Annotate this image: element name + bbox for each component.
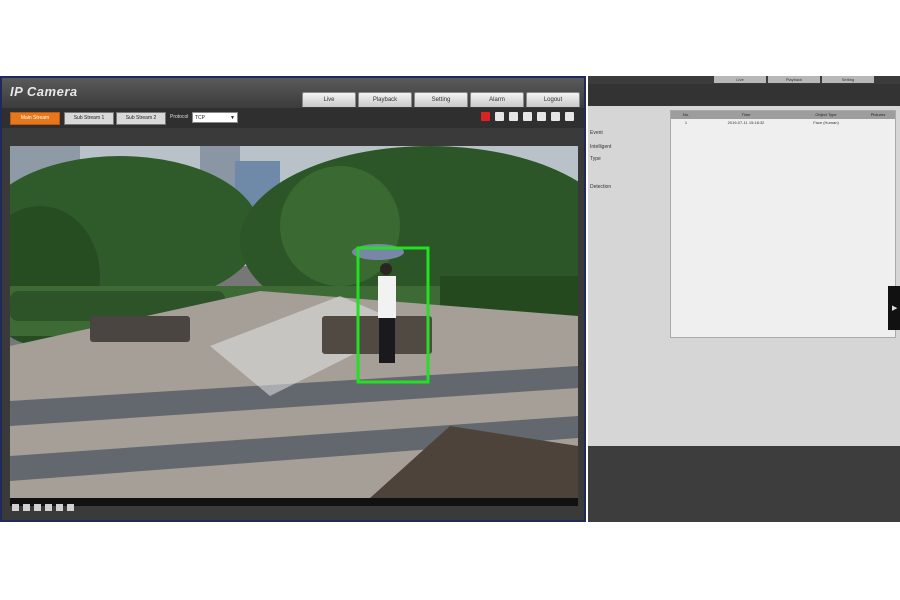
tab-live[interactable]: Live <box>302 92 356 107</box>
video-scene <box>10 146 578 498</box>
protocol-select[interactable]: TCP ▼ <box>192 112 238 123</box>
camera-window: IP Camera Live Playback Setting Alarm Lo… <box>0 76 586 522</box>
alarm-icon[interactable] <box>481 112 490 121</box>
col-pictures: Pictures <box>870 112 886 117</box>
video-icon[interactable] <box>537 112 546 121</box>
protocol-value: TCP <box>195 115 205 121</box>
bench-right <box>322 316 432 354</box>
main-stream-button[interactable]: Main Stream <box>10 112 60 125</box>
col-no: No. <box>682 112 690 117</box>
right-lower-area <box>588 448 900 522</box>
video-status-bar <box>10 498 578 506</box>
side-label-detection: Detection <box>590 184 612 190</box>
snapshot-icon[interactable] <box>495 112 504 121</box>
toolbar-icons <box>481 112 574 121</box>
collapse-handle[interactable]: ▶ <box>888 286 900 330</box>
event-panel-window: Live Playback Setting Event Intelligent … <box>588 76 900 522</box>
right-header <box>588 84 900 106</box>
protocol-label: Protocol <box>170 114 189 120</box>
sub-stream-2-button[interactable]: Sub Stream 2 <box>116 112 166 125</box>
tab-setting[interactable]: Setting <box>414 92 468 107</box>
bench-left <box>90 316 190 342</box>
window-icon[interactable] <box>23 504 30 511</box>
person-head <box>380 263 392 275</box>
tab-logout[interactable]: Logout <box>526 92 580 107</box>
rules-icon[interactable] <box>67 504 74 511</box>
audio-icon[interactable] <box>551 112 560 121</box>
side-label-type: Type <box>590 156 601 162</box>
zoom-icon[interactable] <box>34 504 41 511</box>
person-shirt <box>378 276 396 318</box>
right-tab-live[interactable]: Live <box>714 76 766 83</box>
side-label-event: Event <box>590 130 603 136</box>
row-no: 1 <box>684 120 688 125</box>
right-tab-playback[interactable]: Playback <box>768 76 820 83</box>
event-content: Event Intelligent Type Detection No. Tim… <box>588 106 900 446</box>
sub-stream-1-button[interactable]: Sub Stream 1 <box>64 112 114 125</box>
stop-icon[interactable] <box>12 504 19 511</box>
right-tabs: Live Playback Setting <box>714 76 874 83</box>
col-type: Object Type <box>815 112 837 117</box>
record-icon[interactable] <box>523 112 532 121</box>
tab-playback[interactable]: Playback <box>358 92 412 107</box>
video-controls <box>12 504 74 511</box>
table-row[interactable]: 1 2019-07-11 15:18:32 Face (Human) <box>671 119 895 127</box>
table-header: No. Time Object Type Pictures <box>671 111 895 119</box>
mic-icon[interactable] <box>565 112 574 121</box>
umbrella <box>352 244 404 260</box>
app-logo: IP Camera <box>10 84 78 99</box>
person-legs <box>379 318 395 363</box>
ratio-icon[interactable] <box>45 504 52 511</box>
event-table: No. Time Object Type Pictures 1 2019-07-… <box>670 110 896 338</box>
tab-alarm[interactable]: Alarm <box>470 92 524 107</box>
chevron-right-icon: ▶ <box>892 305 898 312</box>
side-label-intelligent: Intelligent <box>590 144 612 150</box>
row-time: 2019-07-11 15:18:32 <box>727 120 765 125</box>
row-type: Face (Human) <box>813 120 839 125</box>
chevron-down-icon: ▼ <box>230 115 235 121</box>
row-extra <box>861 119 895 127</box>
col-time: Time <box>741 112 751 117</box>
fluency-icon[interactable] <box>56 504 63 511</box>
live-toolbar: Main Stream Sub Stream 1 Sub Stream 2 Pr… <box>2 108 584 128</box>
live-video-feed[interactable] <box>10 146 578 498</box>
main-nav: Live Playback Setting Alarm Logout <box>302 92 580 107</box>
fullscreen-icon[interactable] <box>509 112 518 121</box>
right-tab-setting[interactable]: Setting <box>822 76 874 83</box>
camera-header: IP Camera Live Playback Setting Alarm Lo… <box>2 78 584 108</box>
